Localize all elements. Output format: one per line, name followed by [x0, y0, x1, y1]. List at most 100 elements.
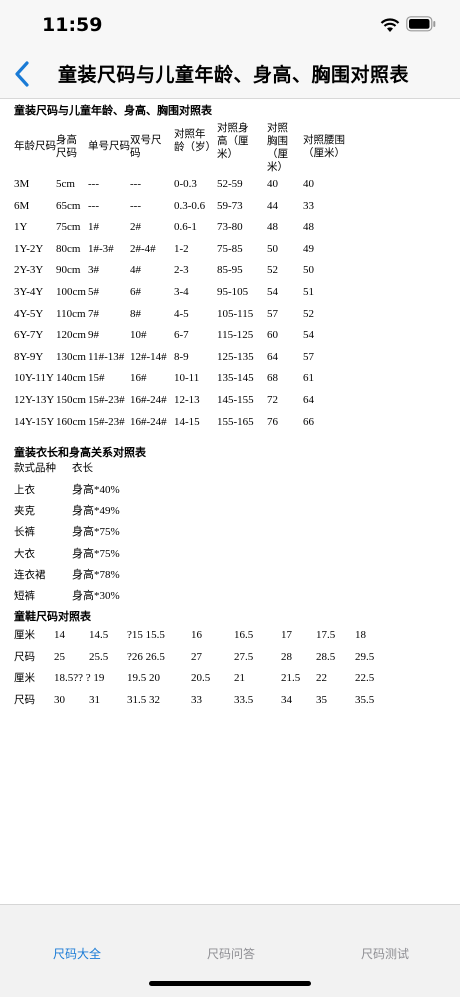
table3-cell: 27 — [191, 650, 202, 663]
table1-cell: 135-145 — [217, 372, 254, 385]
table1-cell: 0.3-0.6 — [174, 199, 206, 212]
table1-cell: 54 — [303, 329, 314, 342]
table2-length-cell: 身高*30% — [72, 590, 120, 602]
table1-cell: 110cm — [56, 307, 86, 320]
table3-cell: 27.5 — [234, 650, 254, 663]
table1-cell: 1Y — [14, 221, 28, 234]
table3-cell: 厘米 — [14, 672, 35, 685]
table3-cell: 21.5 — [281, 672, 301, 685]
table1-cell: 12Y-13Y — [14, 394, 55, 406]
header-chest: 对照胸围（厘米） — [267, 122, 288, 173]
table1-cell: 64 — [267, 350, 278, 363]
table3-cell: 22.5 — [355, 672, 375, 685]
table1-cell: 4-5 — [174, 307, 189, 320]
table2-length-cell: 身高*75% — [72, 547, 120, 560]
table1-cell: 14-15 — [174, 415, 200, 428]
back-chevron-icon[interactable] — [10, 58, 36, 90]
table2-length-cell: 身高*40% — [72, 484, 120, 496]
table1-cell: 0-0.3 — [174, 178, 197, 190]
table1-cell: 40 — [303, 178, 314, 190]
table1-cell: 50 — [267, 242, 278, 255]
table2-header-style: 款式品种 — [14, 462, 56, 474]
table1-cell: --- — [130, 178, 141, 190]
table1-cell: 8# — [130, 307, 141, 320]
table3-title: 童鞋尺码对照表 — [14, 610, 91, 623]
table1-cell: 3M — [14, 178, 30, 190]
table3-cell: 20.5 — [191, 672, 211, 685]
header-height-size: 身高尺码 — [56, 134, 77, 159]
table1-cell: 1#-3# — [88, 242, 114, 255]
table2-style-cell: 长裤 — [14, 526, 35, 539]
table1-cell: 130cm — [56, 350, 86, 363]
table3-cell: 33 — [191, 693, 202, 706]
table1-cell: 60 — [267, 329, 278, 342]
table1-cell: --- — [88, 199, 99, 212]
table1-cell: 68 — [267, 372, 278, 385]
table1-cell: 10# — [130, 329, 147, 342]
table1-cell: 44 — [267, 199, 278, 212]
table3-cell: 18 — [355, 629, 366, 641]
table1-cell: 16#-24# — [130, 415, 167, 428]
table3-cell: 厘米 — [14, 629, 35, 641]
table1-cell: 2# — [130, 221, 141, 234]
table1-cell: 11#-13# — [88, 350, 125, 363]
table2-style-cell: 大衣 — [14, 547, 35, 560]
table3-cell: 17 — [281, 629, 292, 641]
table1-cell: 1-2 — [174, 242, 189, 255]
table1-cell: 48 — [267, 221, 278, 234]
tab-size-guide[interactable]: 尺码大全 — [53, 945, 101, 962]
table1-cell: 4Y-5Y — [14, 307, 44, 320]
table1-cell: 6-7 — [174, 329, 189, 342]
table3-cell: 25.5 — [89, 650, 109, 663]
table1-title: 童装尺码与儿童年龄、身高、胸围对照表 — [14, 104, 212, 117]
table1-cell: 3Y-4Y — [14, 286, 44, 298]
table1-cell: --- — [130, 199, 141, 212]
table1-cell: 1Y-2Y — [14, 242, 44, 255]
table1-cell: 15#-23# — [88, 394, 125, 406]
table1-cell: 150cm — [56, 394, 86, 406]
table1-cell: 8Y-9Y — [14, 350, 44, 363]
table1-cell: 76 — [267, 415, 278, 428]
table1-cell: 12-13 — [174, 394, 200, 406]
table3-cell: 16 — [191, 629, 202, 641]
table1-cell: 15# — [88, 372, 105, 385]
tab-size-qa[interactable]: 尺码问答 — [207, 945, 255, 962]
navigation-bar: 童装尺码与儿童年龄、身高、胸围对照表 — [0, 50, 460, 99]
table1-cell: 61 — [303, 372, 314, 385]
table1-cell: 65cm — [56, 199, 81, 212]
table1-cell: 95-105 — [217, 286, 249, 298]
table3-cell: 31.5 32 — [127, 693, 160, 706]
table2-style-cell: 连衣裙 — [14, 568, 46, 581]
table1-cell: 6Y-7Y — [14, 329, 44, 342]
table3-cell: 尺码 — [14, 650, 35, 663]
header-age: 对照年龄（岁） — [174, 128, 216, 153]
table1-cell: 57 — [303, 350, 314, 363]
table2-style-cell: 短裤 — [14, 590, 35, 602]
table1-cell: 40 — [267, 178, 278, 190]
table1-cell: --- — [88, 178, 99, 190]
table1-cell: 16#-24# — [130, 394, 167, 406]
table3-cell: 28.5 — [316, 650, 336, 663]
table3-cell: 21 — [234, 672, 245, 685]
table1-cell: 85-95 — [217, 264, 243, 277]
table1-cell: 120cm — [56, 329, 86, 342]
table1-cell: 8-9 — [174, 350, 189, 363]
header-double-size: 双号尺码 — [130, 134, 162, 159]
table1-cell: 75cm — [56, 221, 81, 234]
table1-cell: 33 — [303, 199, 314, 212]
table1-cell: 3-4 — [174, 286, 189, 298]
table3-cell: 30 — [54, 693, 65, 706]
home-indicator — [149, 981, 311, 986]
table1-cell: 73-80 — [217, 221, 243, 234]
table1-cell: 145-155 — [217, 394, 254, 406]
table1-cell: 6# — [130, 286, 141, 298]
table2-length-cell: 身高*49% — [72, 505, 120, 518]
table1-cell: 72 — [267, 394, 278, 406]
table1-cell: 7# — [88, 307, 99, 320]
table1-cell: 15#-23# — [88, 415, 125, 428]
table1-cell: 2#-4# — [130, 242, 156, 255]
table3-cell: 14 — [54, 629, 65, 641]
tab-size-test[interactable]: 尺码测试 — [361, 945, 409, 962]
table2-title: 童装衣长和身高关系对照表 — [14, 446, 146, 459]
table1-cell: 4# — [130, 264, 141, 277]
